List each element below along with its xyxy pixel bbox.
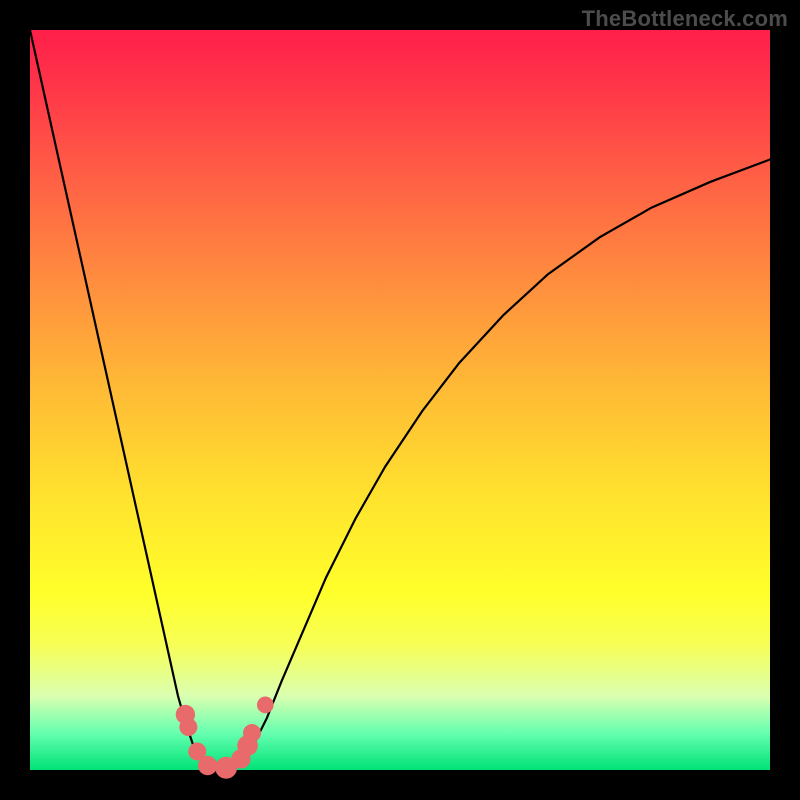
watermark-text: TheBottleneck.com xyxy=(582,6,788,32)
data-marker xyxy=(257,697,274,714)
data-marker xyxy=(243,724,261,742)
data-marker xyxy=(179,718,197,736)
plot-area xyxy=(30,30,770,770)
curve-left-branch xyxy=(30,30,208,766)
bottleneck-curve xyxy=(30,30,770,770)
curve-right-branch xyxy=(237,160,770,767)
data-marker xyxy=(198,756,217,775)
